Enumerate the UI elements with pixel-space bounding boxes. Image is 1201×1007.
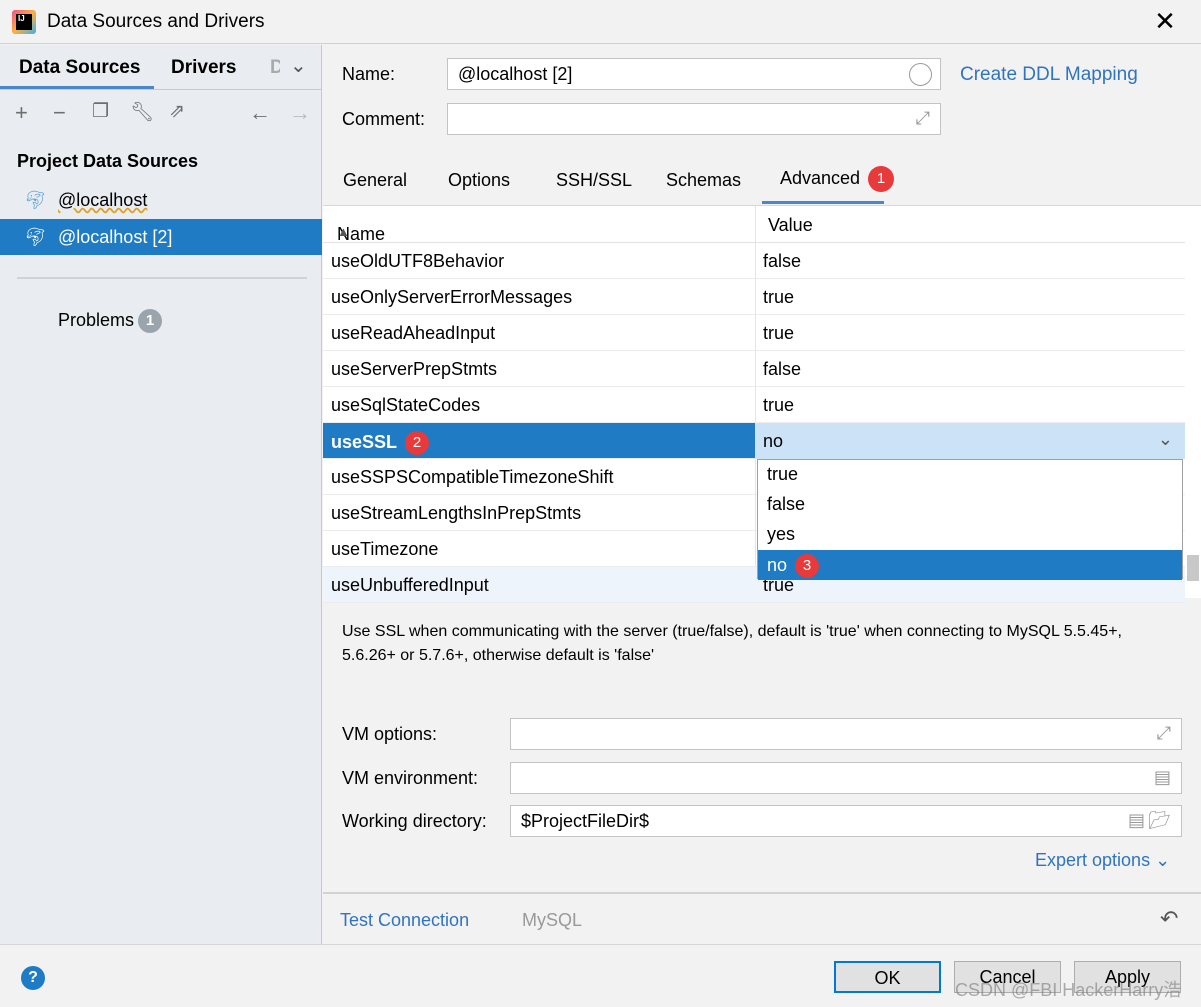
working-directory-label: Working directory:: [342, 811, 487, 831]
problems-item[interactable]: Problems 1: [58, 309, 163, 333]
working-directory-input[interactable]: $ProjectFileDir$ ▤ 📂︎: [510, 805, 1182, 837]
copy-icon[interactable]: ❐: [92, 100, 109, 123]
name-input[interactable]: @localhost [2]: [447, 58, 941, 90]
watermark: CSDN @FBI HackerHarry浩: [955, 980, 1182, 1000]
divider: [323, 892, 1201, 894]
active-tab-indicator: [762, 201, 884, 204]
tab-drivers[interactable]: Drivers: [171, 57, 237, 79]
table-row[interactable]: useSqlStateCodes true: [323, 387, 1185, 423]
property-name: useSSPSCompatibleTimezoneShift: [331, 467, 614, 487]
property-name: useTimezone: [331, 539, 439, 559]
dropdown-option[interactable]: yes: [758, 520, 1182, 550]
step-badge: 2: [405, 431, 430, 455]
expand-icon[interactable]: ⤢: [916, 108, 930, 129]
value-dropdown-list: true false yes no 3: [757, 459, 1183, 580]
test-connection-link[interactable]: Test Connection: [340, 910, 469, 931]
document-icon[interactable]: ▤: [1128, 810, 1145, 831]
divider: [17, 277, 307, 279]
left-panel: Data Sources Drivers D ⌄ + − ❐ 🔧︎ ⇗ ← → …: [0, 45, 322, 945]
property-name: useSqlStateCodes: [331, 395, 481, 415]
tab-advanced[interactable]: Advanced 1: [780, 166, 895, 192]
data-source-item-selected[interactable]: 🐬︎ @localhost [2]: [0, 219, 322, 255]
step-badge: 1: [868, 166, 895, 192]
color-circle-icon[interactable]: [909, 63, 932, 86]
value-combobox[interactable]: no ⌄: [755, 423, 1185, 459]
property-value[interactable]: true: [763, 287, 794, 308]
tab-ssh-ssl[interactable]: SSH/SSL: [556, 170, 632, 191]
add-icon[interactable]: +: [15, 100, 28, 126]
problems-count-badge: 1: [138, 309, 163, 333]
property-name: useServerPrepStmts: [331, 359, 498, 379]
mysql-dolphin-icon: 🐬︎: [24, 190, 47, 210]
vm-options-label: VM options:: [342, 724, 438, 744]
close-icon[interactable]: ✕: [1150, 6, 1180, 36]
create-ddl-mapping-link[interactable]: Create DDL Mapping: [960, 64, 1138, 86]
driver-label[interactable]: MySQL: [522, 910, 582, 931]
table-header: Name ▲ Value: [323, 206, 1185, 244]
remove-icon[interactable]: −: [53, 100, 66, 126]
property-name: useStreamLengthsInPrepStmts: [331, 503, 582, 523]
table-row[interactable]: useSSL 2 no ⌄: [323, 423, 1185, 459]
name-label: Name:: [342, 64, 396, 84]
help-icon[interactable]: ?: [21, 966, 45, 990]
column-header-value[interactable]: Value: [768, 215, 813, 236]
divider: [0, 89, 322, 90]
expand-icon[interactable]: ⤢: [1157, 723, 1171, 744]
wrench-icon[interactable]: 🔧︎: [130, 100, 154, 124]
tab-overflow[interactable]: D: [270, 57, 280, 79]
chevron-down-icon[interactable]: ⌄: [290, 53, 307, 78]
undo-icon[interactable]: ↶: [1160, 906, 1178, 932]
vm-environment-label: VM environment:: [342, 768, 479, 788]
step-badge: 3: [795, 554, 820, 578]
table-row[interactable]: useServerPrepStmts false: [323, 351, 1185, 387]
forward-arrow-icon[interactable]: →: [289, 100, 311, 126]
dropdown-option[interactable]: true: [758, 460, 1182, 490]
tab-general[interactable]: General: [343, 170, 407, 191]
sort-ascending-icon: ▲: [337, 224, 350, 239]
table-row[interactable]: useOldUTF8Behavior false: [323, 243, 1185, 279]
comment-input[interactable]: ⤢: [447, 103, 941, 135]
property-name: useOldUTF8Behavior: [331, 251, 505, 271]
property-name: useReadAheadInput: [331, 323, 496, 343]
property-name: useSSL 2: [331, 431, 430, 455]
export-icon[interactable]: ⇗: [169, 100, 185, 123]
data-source-item[interactable]: 🐬︎ @localhost: [0, 182, 322, 218]
tab-data-sources[interactable]: Data Sources: [19, 57, 140, 79]
property-description: Use SSL when communicating with the serv…: [342, 623, 1122, 664]
tab-schemas[interactable]: Schemas: [666, 170, 741, 191]
expert-options-link[interactable]: Expert options ⌄: [1035, 850, 1170, 871]
property-value[interactable]: false: [763, 251, 801, 272]
ok-button[interactable]: OK: [834, 961, 941, 993]
comment-label: Comment:: [342, 109, 426, 129]
table-row[interactable]: useReadAheadInput true: [323, 315, 1185, 351]
property-value[interactable]: true: [763, 395, 794, 416]
property-name: useOnlyServerErrorMessages: [331, 287, 573, 307]
vm-options-input[interactable]: ⤢: [510, 718, 1182, 750]
chevron-down-icon: ⌄: [1157, 429, 1173, 449]
document-icon[interactable]: ▤: [1154, 767, 1171, 788]
scrollbar-thumb[interactable]: [1187, 555, 1199, 581]
property-value[interactable]: false: [763, 359, 801, 380]
intellij-app-icon: IJ: [12, 10, 36, 34]
window-title: Data Sources and Drivers: [47, 11, 265, 32]
vm-environment-input[interactable]: ▤: [510, 762, 1182, 794]
mysql-dolphin-icon: 🐬︎: [24, 227, 47, 247]
dropdown-option-selected[interactable]: no 3: [758, 550, 1182, 580]
folder-icon[interactable]: 📂︎: [1148, 810, 1171, 831]
title-bar: IJ Data Sources and Drivers ✕: [0, 0, 1201, 44]
property-value[interactable]: true: [763, 323, 794, 344]
property-name: useUnbufferedInput: [331, 575, 489, 595]
section-title: Project Data Sources: [17, 151, 199, 171]
table-row[interactable]: useOnlyServerErrorMessages true: [323, 279, 1185, 315]
divider: [0, 944, 1201, 945]
tab-options[interactable]: Options: [448, 170, 510, 191]
back-arrow-icon[interactable]: ←: [249, 100, 271, 126]
dropdown-option[interactable]: false: [758, 490, 1182, 520]
